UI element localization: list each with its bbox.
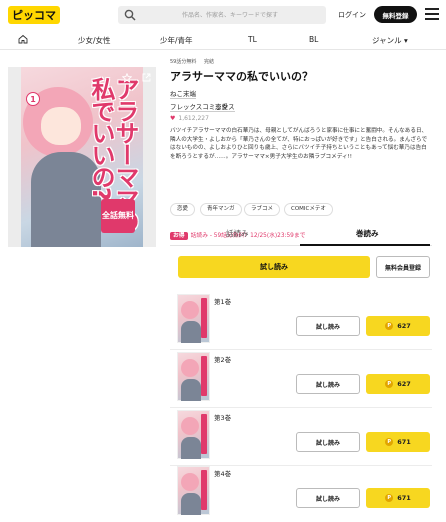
coin-icon: P	[385, 322, 394, 330]
volume-row[interactable]: 第2巻 試し読み P 627	[170, 350, 432, 408]
volume-trial-button[interactable]: 試し読み	[296, 488, 360, 508]
volume-row[interactable]: 第3巻 試し読み P 671	[170, 408, 432, 466]
tag-item[interactable]: ラブコメ	[244, 203, 281, 216]
search-bar[interactable]	[118, 6, 326, 24]
heart-icon: ♥	[170, 115, 176, 122]
status-label: 完結	[203, 59, 214, 65]
volume-thumbnail[interactable]	[177, 352, 210, 401]
volume-label: 第4巻	[214, 470, 232, 478]
volume-trial-button[interactable]: 試し読み	[296, 316, 360, 336]
nav-item-tl[interactable]: TL	[248, 35, 257, 44]
nav-item-shonen[interactable]: 少年/青年	[160, 35, 193, 46]
nav-item-shojo[interactable]: 少女/女性	[78, 35, 111, 46]
logo-text: ピッコマ	[8, 6, 60, 24]
volume-price: 671	[397, 494, 411, 502]
free-episodes-label: 59話分無料	[170, 59, 197, 65]
tab-active-indicator	[300, 244, 430, 246]
free-register-button[interactable]: 無料会員登録	[376, 256, 430, 278]
volume-row[interactable]: 第1巻 試し読み P 627	[170, 292, 432, 350]
menu-icon[interactable]	[425, 8, 439, 20]
likes-count: ♥ 1,612,227	[170, 115, 209, 122]
site-header: ピッコマ ログイン 無料登録	[0, 0, 446, 30]
search-icon[interactable]	[124, 9, 136, 21]
volume-trial-button[interactable]: 試し読み	[296, 432, 360, 452]
volume-price: 627	[397, 322, 411, 330]
volume-row[interactable]: 第4巻 試し読み P 671	[170, 464, 432, 522]
volume-thumbnail[interactable]	[177, 466, 210, 515]
meta-line: 59話分無料 完結	[170, 58, 220, 65]
cover-volume-mark: 1	[26, 92, 40, 106]
trial-read-button[interactable]: 試し読み	[178, 256, 370, 278]
volume-thumbnail[interactable]	[177, 410, 210, 459]
tag-item[interactable]: 恋愛	[170, 203, 196, 216]
volume-label: 第1巻	[214, 298, 232, 306]
tab-row: 話読み 巻読み	[170, 226, 432, 246]
tag-item[interactable]: COMICメテオ	[284, 203, 333, 216]
volume-buy-button[interactable]: P 627	[366, 374, 430, 394]
volume-buy-button[interactable]: P 627	[366, 316, 430, 336]
cover-panel: 1 アラサーママの私でいいの? 全話無料	[8, 67, 156, 247]
search-input[interactable]	[140, 8, 320, 22]
coin-icon: P	[385, 438, 394, 446]
volume-price: 627	[397, 380, 411, 388]
cover-image[interactable]: 1 アラサーママの私でいいの? 全話無料	[21, 67, 143, 247]
volume-price: 671	[397, 438, 411, 446]
coin-icon: P	[385, 494, 394, 502]
home-icon[interactable]	[18, 34, 28, 44]
author-link[interactable]: ねこ末端	[170, 88, 196, 99]
tab-episodes[interactable]: 話読み	[226, 228, 249, 239]
tab-volumes[interactable]: 巻読み	[356, 228, 379, 239]
description: バツイチアラサーママの白石華乃は、母親としてがんばろうと家事に仕事にと奮闘中。そ…	[170, 128, 428, 160]
tag-item[interactable]: 青年マンガ	[200, 203, 242, 216]
nav-item-genre[interactable]: ジャンル ▾	[372, 35, 408, 46]
volume-thumbnail[interactable]	[177, 294, 210, 343]
coin-icon: P	[385, 380, 394, 388]
volume-trial-button[interactable]: 試し読み	[296, 374, 360, 394]
page-title: アラサーママの私でいいの？	[170, 70, 313, 83]
cover-character-face	[41, 107, 81, 145]
likes-value: 1,612,227	[178, 115, 209, 122]
category-nav: 少女/女性 少年/青年 TL BL ジャンル ▾	[0, 30, 446, 50]
nav-item-bl[interactable]: BL	[309, 35, 318, 44]
volume-buy-button[interactable]: P 671	[366, 432, 430, 452]
login-link[interactable]: ログイン	[338, 10, 366, 20]
genre-link[interactable]: 恋愛	[215, 101, 228, 112]
register-button[interactable]: 無料登録	[374, 6, 417, 23]
share-icon[interactable]	[142, 73, 151, 82]
favorite-star-icon[interactable]	[122, 73, 132, 83]
volume-label: 第3巻	[214, 414, 232, 422]
volume-buy-button[interactable]: P 671	[366, 488, 430, 508]
volume-label: 第2巻	[214, 356, 232, 364]
site-logo[interactable]: ピッコマ	[8, 6, 60, 24]
cover-free-badge: 全話無料	[101, 199, 135, 233]
